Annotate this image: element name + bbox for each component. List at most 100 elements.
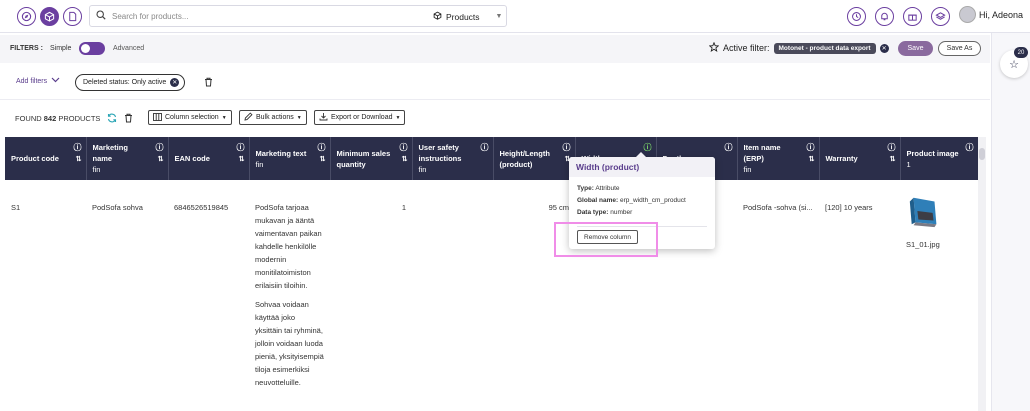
marketing-text-paragraph: PodSofa tarjoaa mukavan ja ääntä vaiment…	[255, 203, 322, 290]
trash-icon[interactable]	[124, 113, 133, 125]
chevron-down-icon	[51, 77, 60, 85]
cube-small-icon	[433, 11, 442, 22]
table-scrollbar-track[interactable]	[978, 137, 986, 411]
column-selection-label: Column selection	[165, 114, 219, 121]
filters-bar: FILTERS : Simple Advanced Active filter:…	[0, 35, 990, 63]
cell-height: 95 cm	[548, 203, 569, 212]
table-scrollbar-thumb[interactable]	[979, 148, 985, 160]
column-header-user-safety-instructions[interactable]: User safety instructions fin ⓘ	[412, 137, 494, 180]
clear-filter-icon[interactable]: ✕	[879, 43, 889, 53]
cell-ean: 6846526519845	[174, 203, 229, 212]
cell-product-code[interactable]: S1	[5, 180, 86, 395]
popover-global-name-row: Global name: erp_width_cm_product	[577, 197, 686, 204]
info-icon: ⓘ	[480, 143, 489, 152]
download-icon	[319, 112, 328, 123]
sort-icon: ⇅	[401, 156, 408, 163]
user-greeting: Hi, Adeona	[979, 9, 1024, 20]
search-icon	[96, 10, 106, 22]
column-header-product-image[interactable]: Product image 1 ⓘ	[900, 137, 979, 180]
filter-mode-toggle[interactable]	[79, 42, 105, 55]
cell-marketing-text: PodSofa tarjoaa mukavan ja ääntä vaiment…	[249, 180, 330, 395]
results-toolbar: FOUND 842 PRODUCTS Column selection ▼ Bu…	[0, 106, 990, 130]
add-filters-button[interactable]: Add filters	[16, 77, 60, 85]
search-scope-label: Products	[446, 11, 480, 22]
trash-icon[interactable]	[204, 77, 213, 89]
popover-type-row: Type: Attribute	[577, 185, 620, 192]
user-menu[interactable]: Hi, Adeona	[959, 6, 1023, 23]
column-header-height-length[interactable]: Height/Length (product) ⓘ ⇅	[493, 137, 576, 180]
refresh-icon[interactable]	[107, 113, 117, 125]
add-filters-label: Add filters	[16, 77, 48, 85]
info-icon: ⓘ	[317, 143, 326, 152]
advanced-mode-label: Advanced	[113, 45, 145, 52]
info-icon: ⓘ	[236, 143, 245, 152]
sort-icon: ⇅	[889, 156, 896, 163]
found-count: FOUND 842 PRODUCTS	[15, 114, 101, 123]
search-bar[interactable]: Products ▼	[89, 5, 507, 27]
column-selection-button[interactable]: Column selection ▼	[148, 110, 232, 125]
active-filter-chip[interactable]: Motonet - product data export	[773, 42, 876, 54]
history-icon[interactable]	[847, 7, 866, 26]
cell-item-name: PodSofa -sohva (si...	[743, 203, 813, 212]
column-header-product-code[interactable]: Product code ⓘ ⇅	[5, 137, 87, 180]
image-filename[interactable]: S1_01.jpg	[906, 238, 972, 251]
caret-down-icon: ▼	[395, 114, 401, 121]
right-rail	[991, 33, 1030, 411]
pencil-icon	[244, 112, 253, 123]
toggle-knob	[81, 44, 90, 53]
bulk-actions-label: Bulk actions	[256, 114, 294, 121]
cell-safety	[412, 180, 493, 395]
cell-min-qty: 1	[401, 203, 406, 212]
deleted-status-chip[interactable]: Deleted status: Only active ✕	[75, 74, 186, 91]
bulk-actions-button[interactable]: Bulk actions ▼	[239, 110, 307, 125]
table-row[interactable]: S1 PodSofa sohva 6846526519845 PodSofa t…	[5, 180, 978, 395]
export-download-button[interactable]: Export or Download ▼	[314, 110, 406, 125]
cube-icon[interactable]	[40, 7, 59, 26]
info-icon: ⓘ	[73, 143, 82, 152]
star-icon[interactable]	[708, 41, 720, 54]
filters-label: FILTERS :	[10, 45, 43, 52]
cell-warranty: [120] 10 years	[825, 203, 873, 212]
column-header-marketing-name[interactable]: Marketing name fin ⓘ ⇅	[86, 137, 169, 180]
info-icon: ⓘ	[887, 143, 896, 152]
column-header-minimum-sales-quantity[interactable]: Minimum sales quantity ⓘ ⇅	[330, 137, 413, 180]
info-icon: ⓘ	[724, 143, 733, 152]
document-icon[interactable]	[63, 7, 82, 26]
sort-icon: ⇅	[808, 156, 815, 163]
column-header-marketing-text[interactable]: Marketing text fin ⓘ ⇅	[249, 137, 331, 180]
table-header-row: Product code ⓘ ⇅ Marketing name fin ⓘ ⇅ EAN co…	[5, 137, 979, 180]
sort-icon: ⇅	[75, 156, 82, 163]
info-icon: ⓘ	[965, 143, 974, 152]
highlight-box	[554, 222, 658, 257]
add-filters-bar: Add filters Deleted status: Only active …	[0, 66, 990, 100]
avatar	[959, 6, 976, 23]
gift-icon[interactable]	[903, 7, 922, 26]
sort-icon: ⇅	[157, 156, 164, 163]
caret-down-icon: ▼	[296, 114, 302, 121]
info-icon: ⓘ	[155, 143, 164, 152]
favorites-count-badge: 20	[1014, 47, 1028, 58]
popover-title: Width (product)	[569, 157, 715, 177]
column-header-ean-code[interactable]: EAN code ⓘ ⇅	[168, 137, 250, 180]
column-header-item-name-erp[interactable]: Item name (ERP) fin ⓘ ⇅	[737, 137, 820, 180]
sofa-thumbnail[interactable]	[906, 192, 944, 230]
layers-icon[interactable]	[931, 7, 950, 26]
search-scope-dropdown[interactable]: Products ▼	[433, 11, 502, 22]
info-icon: ⓘ	[806, 143, 815, 152]
sort-icon: ⇅	[319, 156, 326, 163]
simple-mode-label: Simple	[50, 45, 72, 52]
bell-icon[interactable]	[875, 7, 894, 26]
save-as-button[interactable]: Save As	[938, 41, 981, 56]
top-bar: Products ▼ Hi, Adeona	[0, 0, 1030, 33]
active-filter-label: Active filter:	[723, 43, 770, 53]
active-filter: Active filter: Motonet - product data ex…	[708, 41, 889, 54]
remove-chip-icon[interactable]: ✕	[170, 78, 180, 87]
column-header-warranty[interactable]: Warranty ⓘ ⇅	[819, 137, 901, 180]
info-icon: ⓘ	[399, 143, 408, 152]
search-input[interactable]	[112, 11, 412, 21]
save-button[interactable]: Save	[898, 41, 933, 56]
products-table: Product code ⓘ ⇅ Marketing name fin ⓘ ⇅ EAN co…	[5, 137, 979, 395]
compass-icon[interactable]	[17, 7, 36, 26]
popover-data-type-row: Data type: number	[577, 209, 633, 216]
columns-icon	[153, 112, 162, 123]
